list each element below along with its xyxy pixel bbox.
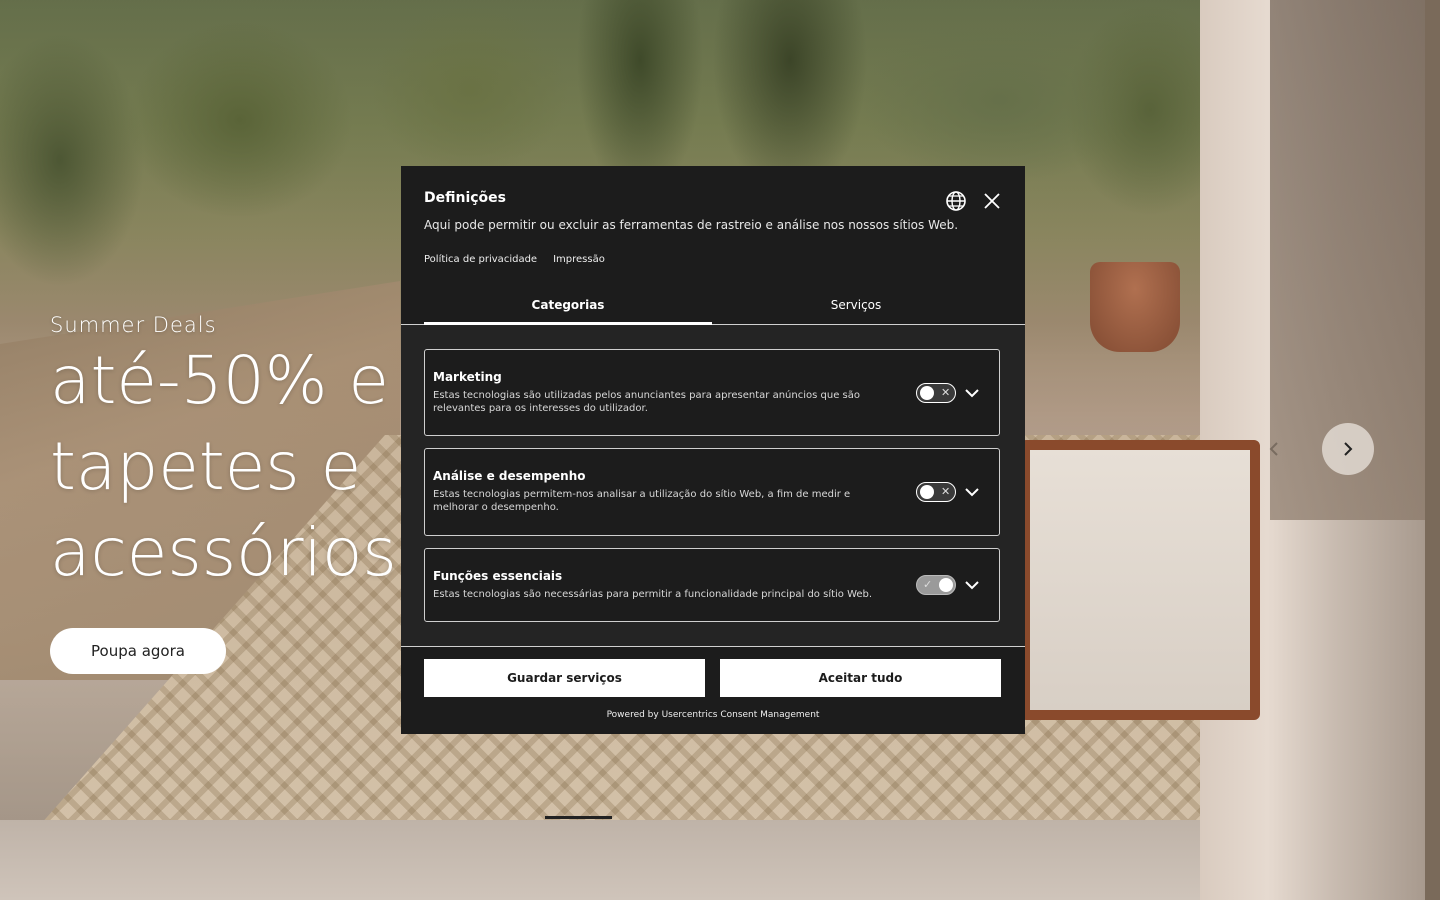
category-description: Estas tecnologias permitem-nos analisar …	[433, 489, 851, 513]
cross-icon: ✕	[941, 485, 951, 498]
dialog-tabs: Categorias Serviços	[401, 290, 1025, 325]
toggle-knob	[939, 578, 953, 592]
accept-all-button[interactable]: Aceitar tudo	[720, 659, 1001, 697]
headline-line-2: tapetes e	[50, 428, 362, 505]
analytics-toggle[interactable]: ✕	[916, 482, 956, 502]
category-card-essential: Funções essenciais Estas tecnologias são…	[424, 548, 1000, 622]
close-icon	[984, 193, 1000, 209]
toggle-knob	[920, 386, 934, 400]
tab-categories[interactable]: Categorias	[424, 298, 712, 312]
headline-line-1: até-50% e	[50, 342, 390, 419]
dialog-description: Aqui pode permitir ou excluir as ferrame…	[424, 218, 959, 232]
category-card-analytics: Análise e desempenho Estas tecnologias p…	[424, 448, 1000, 536]
dialog-links: Política de privacidade Impressão	[424, 254, 605, 265]
carousel-indicator-active[interactable]	[545, 816, 612, 819]
category-title: Análise e desempenho	[433, 469, 586, 483]
marketing-toggle[interactable]: ✕	[916, 383, 956, 403]
imprint-link[interactable]: Impressão	[553, 254, 605, 265]
save-services-button[interactable]: Guardar serviços	[424, 659, 705, 697]
category-title: Funções essenciais	[433, 569, 563, 583]
check-icon: ✓	[923, 578, 933, 591]
carousel-prev-button[interactable]	[1249, 423, 1301, 475]
essential-toggle[interactable]: ✓	[916, 575, 956, 595]
chevron-down-icon[interactable]	[963, 384, 981, 402]
consent-dialog: Definições Aqui pode permitir ou excluir…	[401, 166, 1025, 734]
chevron-down-icon[interactable]	[963, 483, 981, 501]
close-button[interactable]	[981, 190, 1003, 212]
privacy-policy-link[interactable]: Política de privacidade	[424, 254, 537, 265]
dialog-footer: Guardar serviços Aceitar tudo Powered by…	[401, 646, 1025, 734]
headline-line-3: acessórios	[50, 514, 397, 591]
carousel-next-button[interactable]	[1322, 423, 1374, 475]
hero-chair	[1020, 440, 1260, 720]
globe-icon	[946, 191, 966, 211]
hero-planter	[1090, 262, 1180, 352]
category-title: Marketing	[433, 370, 502, 384]
toggle-knob	[920, 485, 934, 499]
categories-list: Marketing Estas tecnologias são utilizad…	[401, 325, 1025, 646]
hero-eyebrow: Summer Deals	[50, 313, 217, 337]
chevron-right-icon	[1344, 442, 1353, 456]
category-card-marketing: Marketing Estas tecnologias são utilizad…	[424, 349, 1000, 436]
chevron-left-icon	[1269, 442, 1278, 456]
powered-by-text[interactable]: Powered by Usercentrics Consent Manageme…	[401, 710, 1025, 720]
language-button[interactable]	[945, 190, 967, 212]
tab-services[interactable]: Serviços	[712, 298, 1000, 312]
category-description: Estas tecnologias são utilizadas pelos a…	[433, 390, 860, 414]
cross-icon: ✕	[941, 386, 951, 399]
save-now-button[interactable]: Poupa agora	[50, 628, 226, 674]
category-description: Estas tecnologias são necessárias para p…	[433, 589, 873, 600]
dialog-title: Definições	[424, 190, 507, 206]
chevron-down-icon[interactable]	[963, 576, 981, 594]
